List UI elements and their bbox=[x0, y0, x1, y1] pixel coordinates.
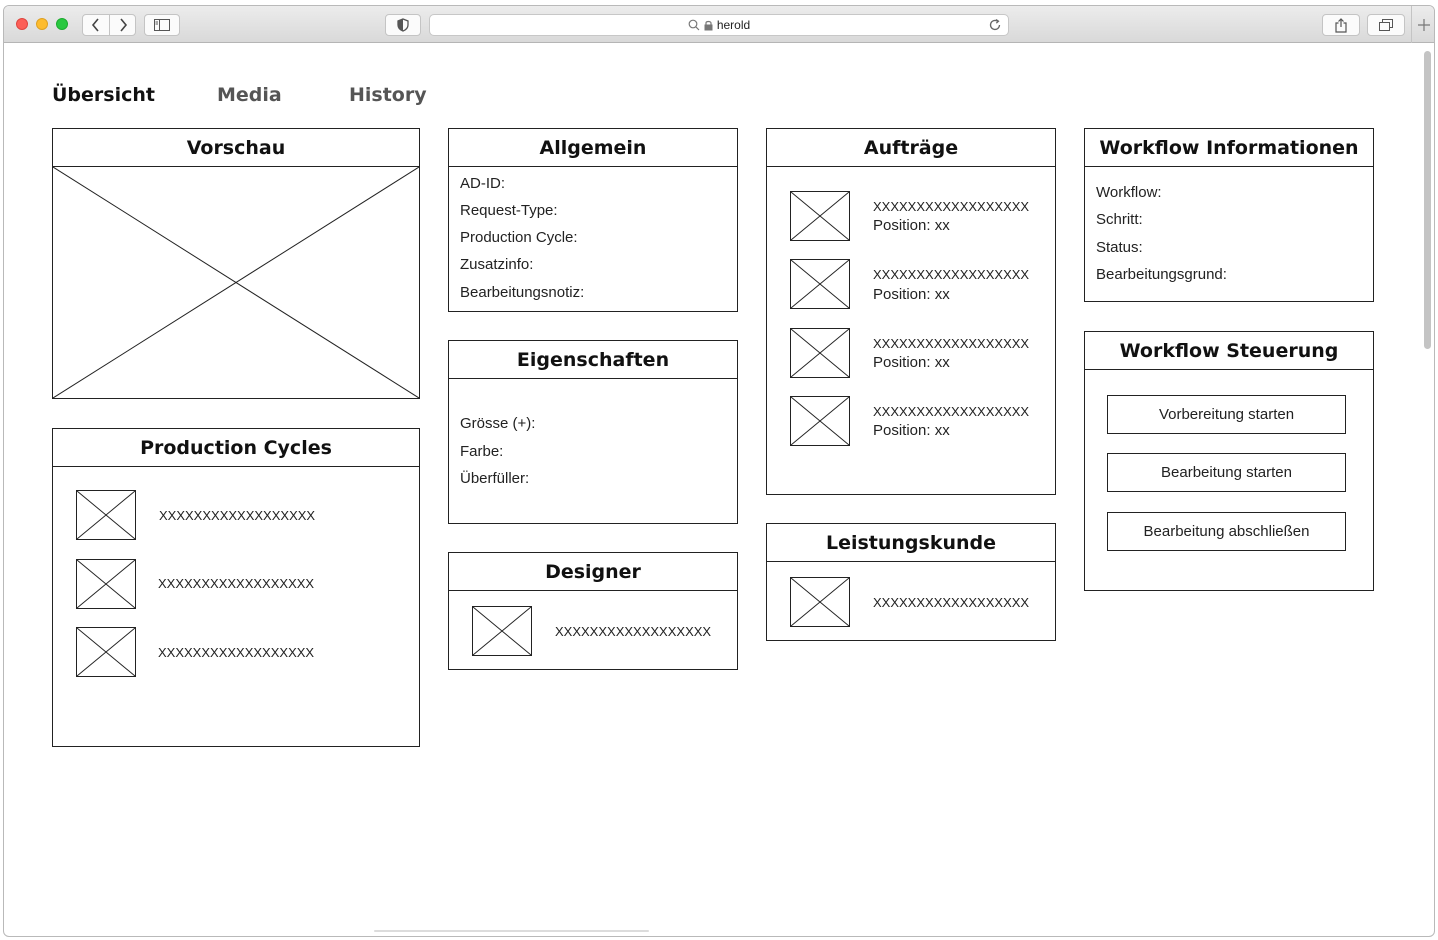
close-window-button[interactable] bbox=[16, 18, 28, 30]
back-button[interactable] bbox=[83, 15, 109, 35]
field-status: Status: bbox=[1096, 239, 1143, 256]
auftrag-position: Position: xx bbox=[873, 286, 950, 303]
field-bearbeitungsnotiz: Bearbeitungsnotiz: bbox=[460, 284, 585, 301]
chevron-right-icon bbox=[119, 18, 127, 32]
bearbeitung-starten-button[interactable]: Bearbeitung starten bbox=[1107, 453, 1346, 492]
auftraege-panel: Aufträge XXXXXXXXXXXXXXXXXX Position: xx… bbox=[766, 128, 1056, 495]
address-bar[interactable]: herold bbox=[429, 14, 1009, 36]
search-icon bbox=[688, 19, 700, 31]
field-farbe: Farbe: bbox=[460, 443, 504, 460]
scrollbar-thumb[interactable] bbox=[1424, 51, 1431, 349]
workflow-info-title: Workflow Informationen bbox=[1085, 129, 1373, 167]
image-placeholder bbox=[790, 259, 850, 309]
auftrag-name[interactable]: XXXXXXXXXXXXXXXXXX bbox=[873, 404, 1029, 419]
browser-window: herold Übersicht Media History Vorschau bbox=[3, 5, 1435, 937]
field-production-cycle: Production Cycle: bbox=[460, 229, 578, 246]
image-placeholder bbox=[790, 577, 850, 627]
allgemein-title: Allgemein bbox=[449, 129, 737, 167]
plus-icon bbox=[1418, 18, 1430, 31]
production-cycle-item[interactable]: XXXXXXXXXXXXXXXXXX bbox=[159, 508, 315, 523]
auftrag-name[interactable]: XXXXXXXXXXXXXXXXXX bbox=[873, 336, 1029, 351]
vorbereitung-starten-button[interactable]: Vorbereitung starten bbox=[1107, 395, 1346, 434]
preview-image-placeholder bbox=[53, 167, 419, 398]
field-ad-id: AD-ID: bbox=[460, 175, 505, 192]
auftrag-position: Position: xx bbox=[873, 217, 950, 234]
production-cycle-item[interactable]: XXXXXXXXXXXXXXXXXX bbox=[158, 645, 314, 660]
tab-history[interactable]: History bbox=[349, 84, 427, 106]
sidebar-icon bbox=[154, 19, 170, 31]
field-groesse: Grösse (+): bbox=[460, 415, 536, 432]
share-button[interactable] bbox=[1322, 14, 1360, 36]
page-content: Übersicht Media History Vorschau Product… bbox=[4, 44, 1422, 936]
minimize-window-button[interactable] bbox=[36, 18, 48, 30]
leistungskunde-item[interactable]: XXXXXXXXXXXXXXXXXX bbox=[873, 595, 1029, 610]
privacy-report-button[interactable] bbox=[385, 14, 421, 36]
allgemein-panel: Allgemein AD-ID: Request-Type: Productio… bbox=[448, 128, 738, 312]
eigenschaften-panel: Eigenschaften Grösse (+): Farbe: Überfül… bbox=[448, 340, 738, 524]
field-zusatzinfo: Zusatzinfo: bbox=[460, 256, 534, 273]
leistungskunde-panel: Leistungskunde XXXXXXXXXXXXXXXXXX bbox=[766, 523, 1056, 641]
image-placeholder bbox=[790, 396, 850, 446]
image-placeholder bbox=[76, 559, 136, 609]
production-cycles-title: Production Cycles bbox=[53, 429, 419, 467]
maximize-window-button[interactable] bbox=[56, 18, 68, 30]
designer-title: Designer bbox=[449, 553, 737, 591]
auftrag-name[interactable]: XXXXXXXXXXXXXXXXXX bbox=[873, 267, 1029, 282]
shield-icon bbox=[397, 18, 409, 32]
production-cycles-panel: Production Cycles XXXXXXXXXXXXXXXXXX XXX… bbox=[52, 428, 420, 747]
share-icon bbox=[1335, 17, 1347, 33]
sidebar-toggle-button[interactable] bbox=[144, 14, 180, 36]
leistungskunde-title: Leistungskunde bbox=[767, 524, 1055, 562]
field-workflow: Workflow: bbox=[1096, 184, 1162, 201]
eigenschaften-title: Eigenschaften bbox=[449, 341, 737, 379]
auftrag-position: Position: xx bbox=[873, 354, 950, 371]
lock-icon bbox=[704, 20, 713, 30]
production-cycle-item[interactable]: XXXXXXXXXXXXXXXXXX bbox=[158, 576, 314, 591]
designer-panel: Designer XXXXXXXXXXXXXXXXXX bbox=[448, 552, 738, 670]
auftrag-position: Position: xx bbox=[873, 422, 950, 439]
tabs-icon bbox=[1379, 19, 1393, 31]
image-placeholder bbox=[76, 627, 136, 677]
image-placeholder bbox=[790, 328, 850, 378]
bearbeitung-abschliessen-button[interactable]: Bearbeitung abschließen bbox=[1107, 512, 1346, 551]
field-bearbeitungsgrund: Bearbeitungsgrund: bbox=[1096, 266, 1227, 283]
image-placeholder bbox=[76, 490, 136, 540]
auftraege-title: Aufträge bbox=[767, 129, 1055, 167]
field-schritt: Schritt: bbox=[1096, 211, 1143, 228]
vorschau-title: Vorschau bbox=[53, 129, 419, 167]
chevron-left-icon bbox=[91, 18, 99, 32]
vertical-scrollbar[interactable] bbox=[1420, 43, 1434, 936]
auftrag-name[interactable]: XXXXXXXXXXXXXXXXXX bbox=[873, 199, 1029, 214]
vorschau-panel: Vorschau bbox=[52, 128, 420, 399]
browser-toolbar: herold bbox=[4, 6, 1434, 43]
tab-overview-button[interactable] bbox=[1367, 14, 1405, 36]
workflow-steuerung-title: Workflow Steuerung bbox=[1085, 332, 1373, 370]
tab-media[interactable]: Media bbox=[217, 84, 282, 106]
url-text: herold bbox=[716, 18, 751, 32]
new-tab-button[interactable] bbox=[1411, 6, 1434, 43]
workflow-info-panel: Workflow Informationen Workflow: Schritt… bbox=[1084, 128, 1374, 302]
designer-item[interactable]: XXXXXXXXXXXXXXXXXX bbox=[555, 624, 711, 639]
image-placeholder bbox=[472, 606, 532, 656]
tab-uebersicht[interactable]: Übersicht bbox=[52, 84, 155, 106]
workflow-steuerung-panel: Workflow Steuerung Vorbereitung starten … bbox=[1084, 331, 1374, 591]
reload-icon[interactable] bbox=[988, 18, 1002, 32]
field-ueberfueller: Überfüller: bbox=[460, 470, 530, 487]
navigation-buttons bbox=[82, 14, 136, 36]
image-placeholder bbox=[790, 191, 850, 241]
field-request-type: Request-Type: bbox=[460, 202, 558, 219]
forward-button[interactable] bbox=[109, 15, 135, 35]
